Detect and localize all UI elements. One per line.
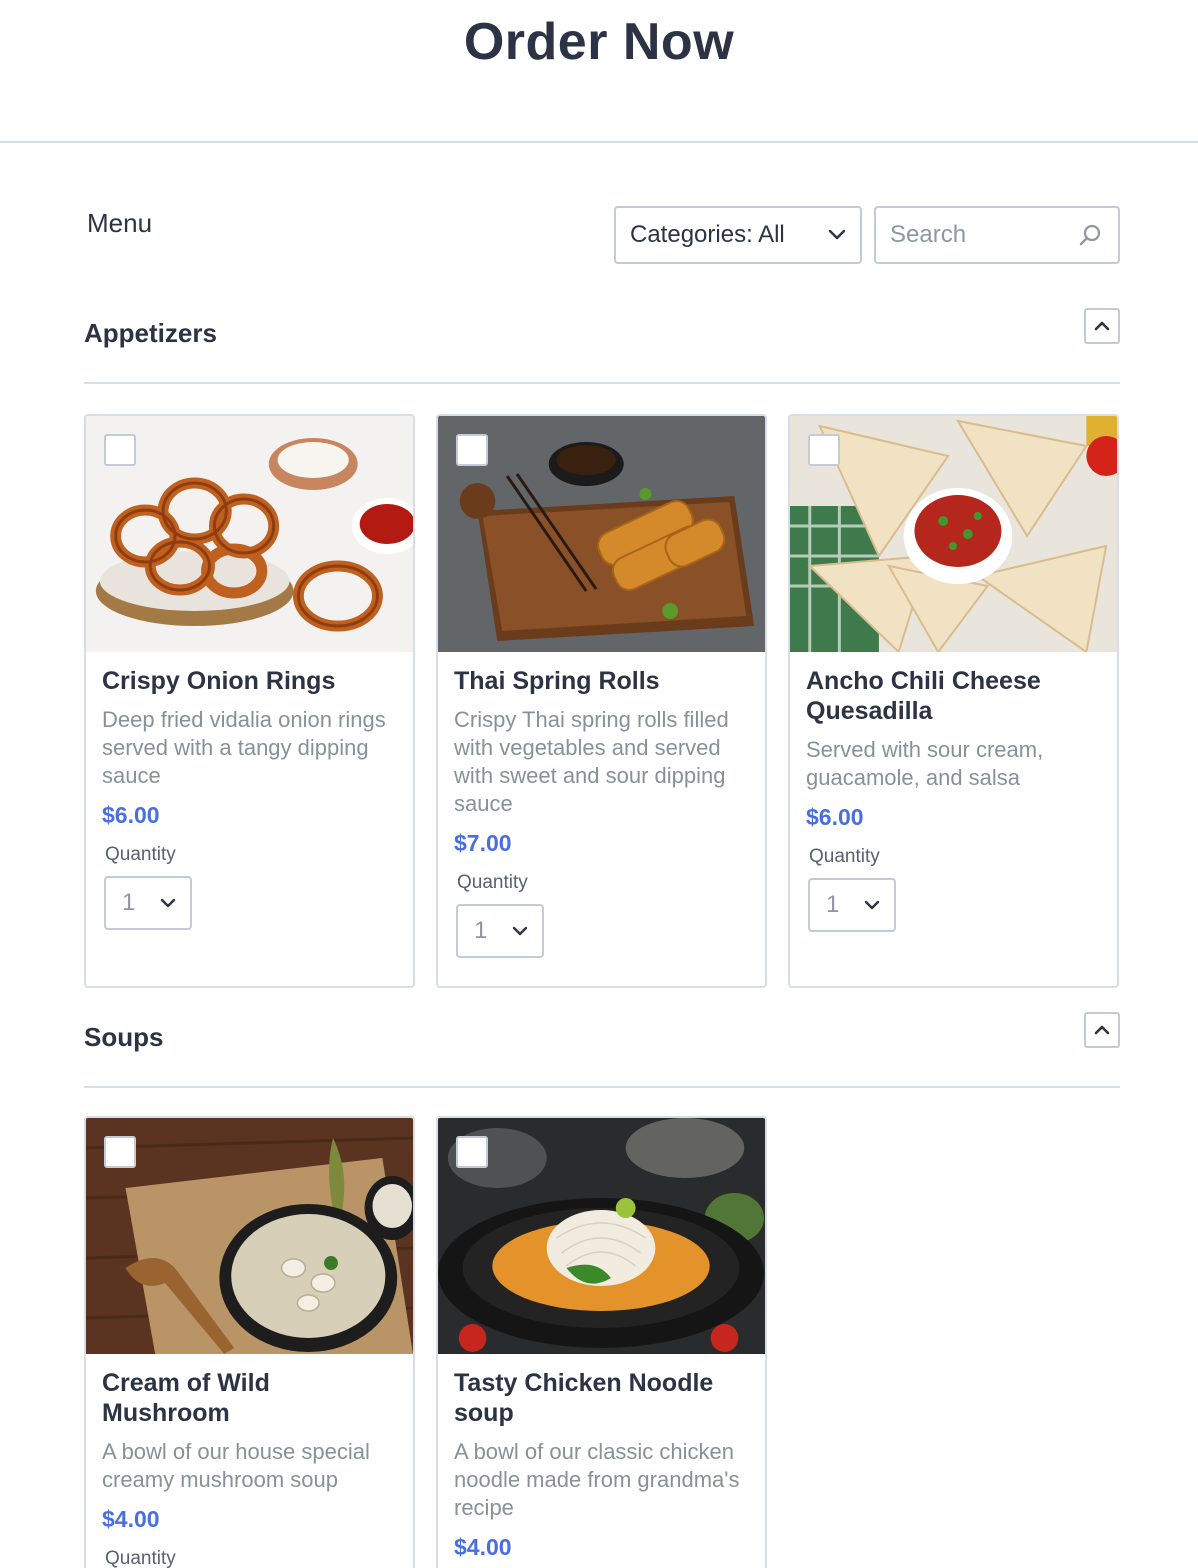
chevron-up-icon — [1094, 321, 1110, 331]
categories-select[interactable]: Categories: All — [614, 206, 862, 264]
item-description: Crispy Thai spring rolls filled with veg… — [454, 707, 729, 816]
item-checkbox[interactable] — [456, 1136, 488, 1168]
quantity-select[interactable]: 1 — [808, 878, 896, 932]
chevron-up-icon — [1094, 1025, 1110, 1035]
item-checkbox[interactable] — [104, 434, 136, 466]
item-description: A bowl of our house special creamy mushr… — [102, 1439, 370, 1492]
quantity-value: 1 — [474, 917, 488, 944]
item-price: $4.00 — [102, 1506, 160, 1532]
quantity-select[interactable]: 1 — [104, 876, 192, 930]
section-title: Soups — [84, 1022, 164, 1052]
search-icon[interactable] — [1078, 222, 1104, 248]
item-price: $6.00 — [806, 804, 864, 830]
menu-item-card: Thai Spring Rolls Crispy Thai spring rol… — [436, 414, 767, 988]
section-header-soups: Soups — [84, 1012, 1120, 1088]
chevron-down-icon — [864, 900, 880, 910]
menu-item-card: Ancho Chili Cheese Quesadilla Served wit… — [788, 414, 1119, 988]
item-price: $7.00 — [454, 830, 512, 856]
categories-select-value: Categories: All — [630, 221, 785, 248]
quantity-label: Quantity — [105, 844, 176, 865]
collapse-button[interactable] — [1084, 1012, 1120, 1048]
item-checkbox[interactable] — [808, 434, 840, 466]
section-title: Appetizers — [84, 318, 217, 348]
menu-item-card: Crispy Onion Rings Deep fried vidalia on… — [84, 414, 415, 988]
item-name: Cream of Wild Mushroom — [102, 1369, 270, 1427]
quantity-value: 1 — [122, 889, 136, 916]
item-name: Ancho Chili Cheese Quesadilla — [806, 667, 1041, 725]
page-header: Order Now — [0, 0, 1198, 143]
menu-item-card: Tasty Chicken Noodle soup A bowl of our … — [436, 1116, 767, 1568]
menu-toolbar: Menu Categories: All — [84, 206, 1120, 264]
item-image — [438, 416, 765, 652]
item-price: $4.00 — [454, 1534, 512, 1560]
item-image — [790, 416, 1117, 652]
quantity-label: Quantity — [809, 846, 880, 867]
search-box — [874, 206, 1120, 264]
quantity-label: Quantity — [457, 872, 528, 893]
chevron-down-icon — [160, 898, 176, 908]
item-description: Served with sour cream, guacamole, and s… — [806, 737, 1044, 790]
item-name: Tasty Chicken Noodle soup — [454, 1369, 714, 1427]
item-image — [86, 416, 413, 652]
item-description: A bowl of our classic chicken noodle mad… — [454, 1439, 740, 1520]
item-description: Deep fried vidalia onion rings served wi… — [102, 707, 386, 788]
chevron-down-icon — [512, 926, 528, 936]
item-name: Thai Spring Rolls — [454, 667, 660, 695]
page-title: Order Now — [463, 13, 735, 71]
item-checkbox[interactable] — [104, 1136, 136, 1168]
item-price: $6.00 — [102, 802, 160, 828]
menu-label: Menu — [87, 208, 153, 238]
quantity-select[interactable]: 1 — [456, 904, 544, 958]
collapse-button[interactable] — [1084, 308, 1120, 344]
quantity-value: 1 — [826, 891, 840, 918]
item-name: Crispy Onion Rings — [102, 667, 336, 695]
item-image — [86, 1118, 413, 1354]
item-checkbox[interactable] — [456, 434, 488, 466]
item-image — [438, 1118, 765, 1354]
section-header-appetizers: Appetizers — [84, 308, 1120, 384]
chevron-down-icon — [828, 229, 846, 240]
quantity-label: Quantity — [105, 1548, 176, 1568]
search-input[interactable] — [890, 221, 1078, 249]
menu-item-card: Cream of Wild Mushroom A bowl of our hou… — [84, 1116, 415, 1568]
